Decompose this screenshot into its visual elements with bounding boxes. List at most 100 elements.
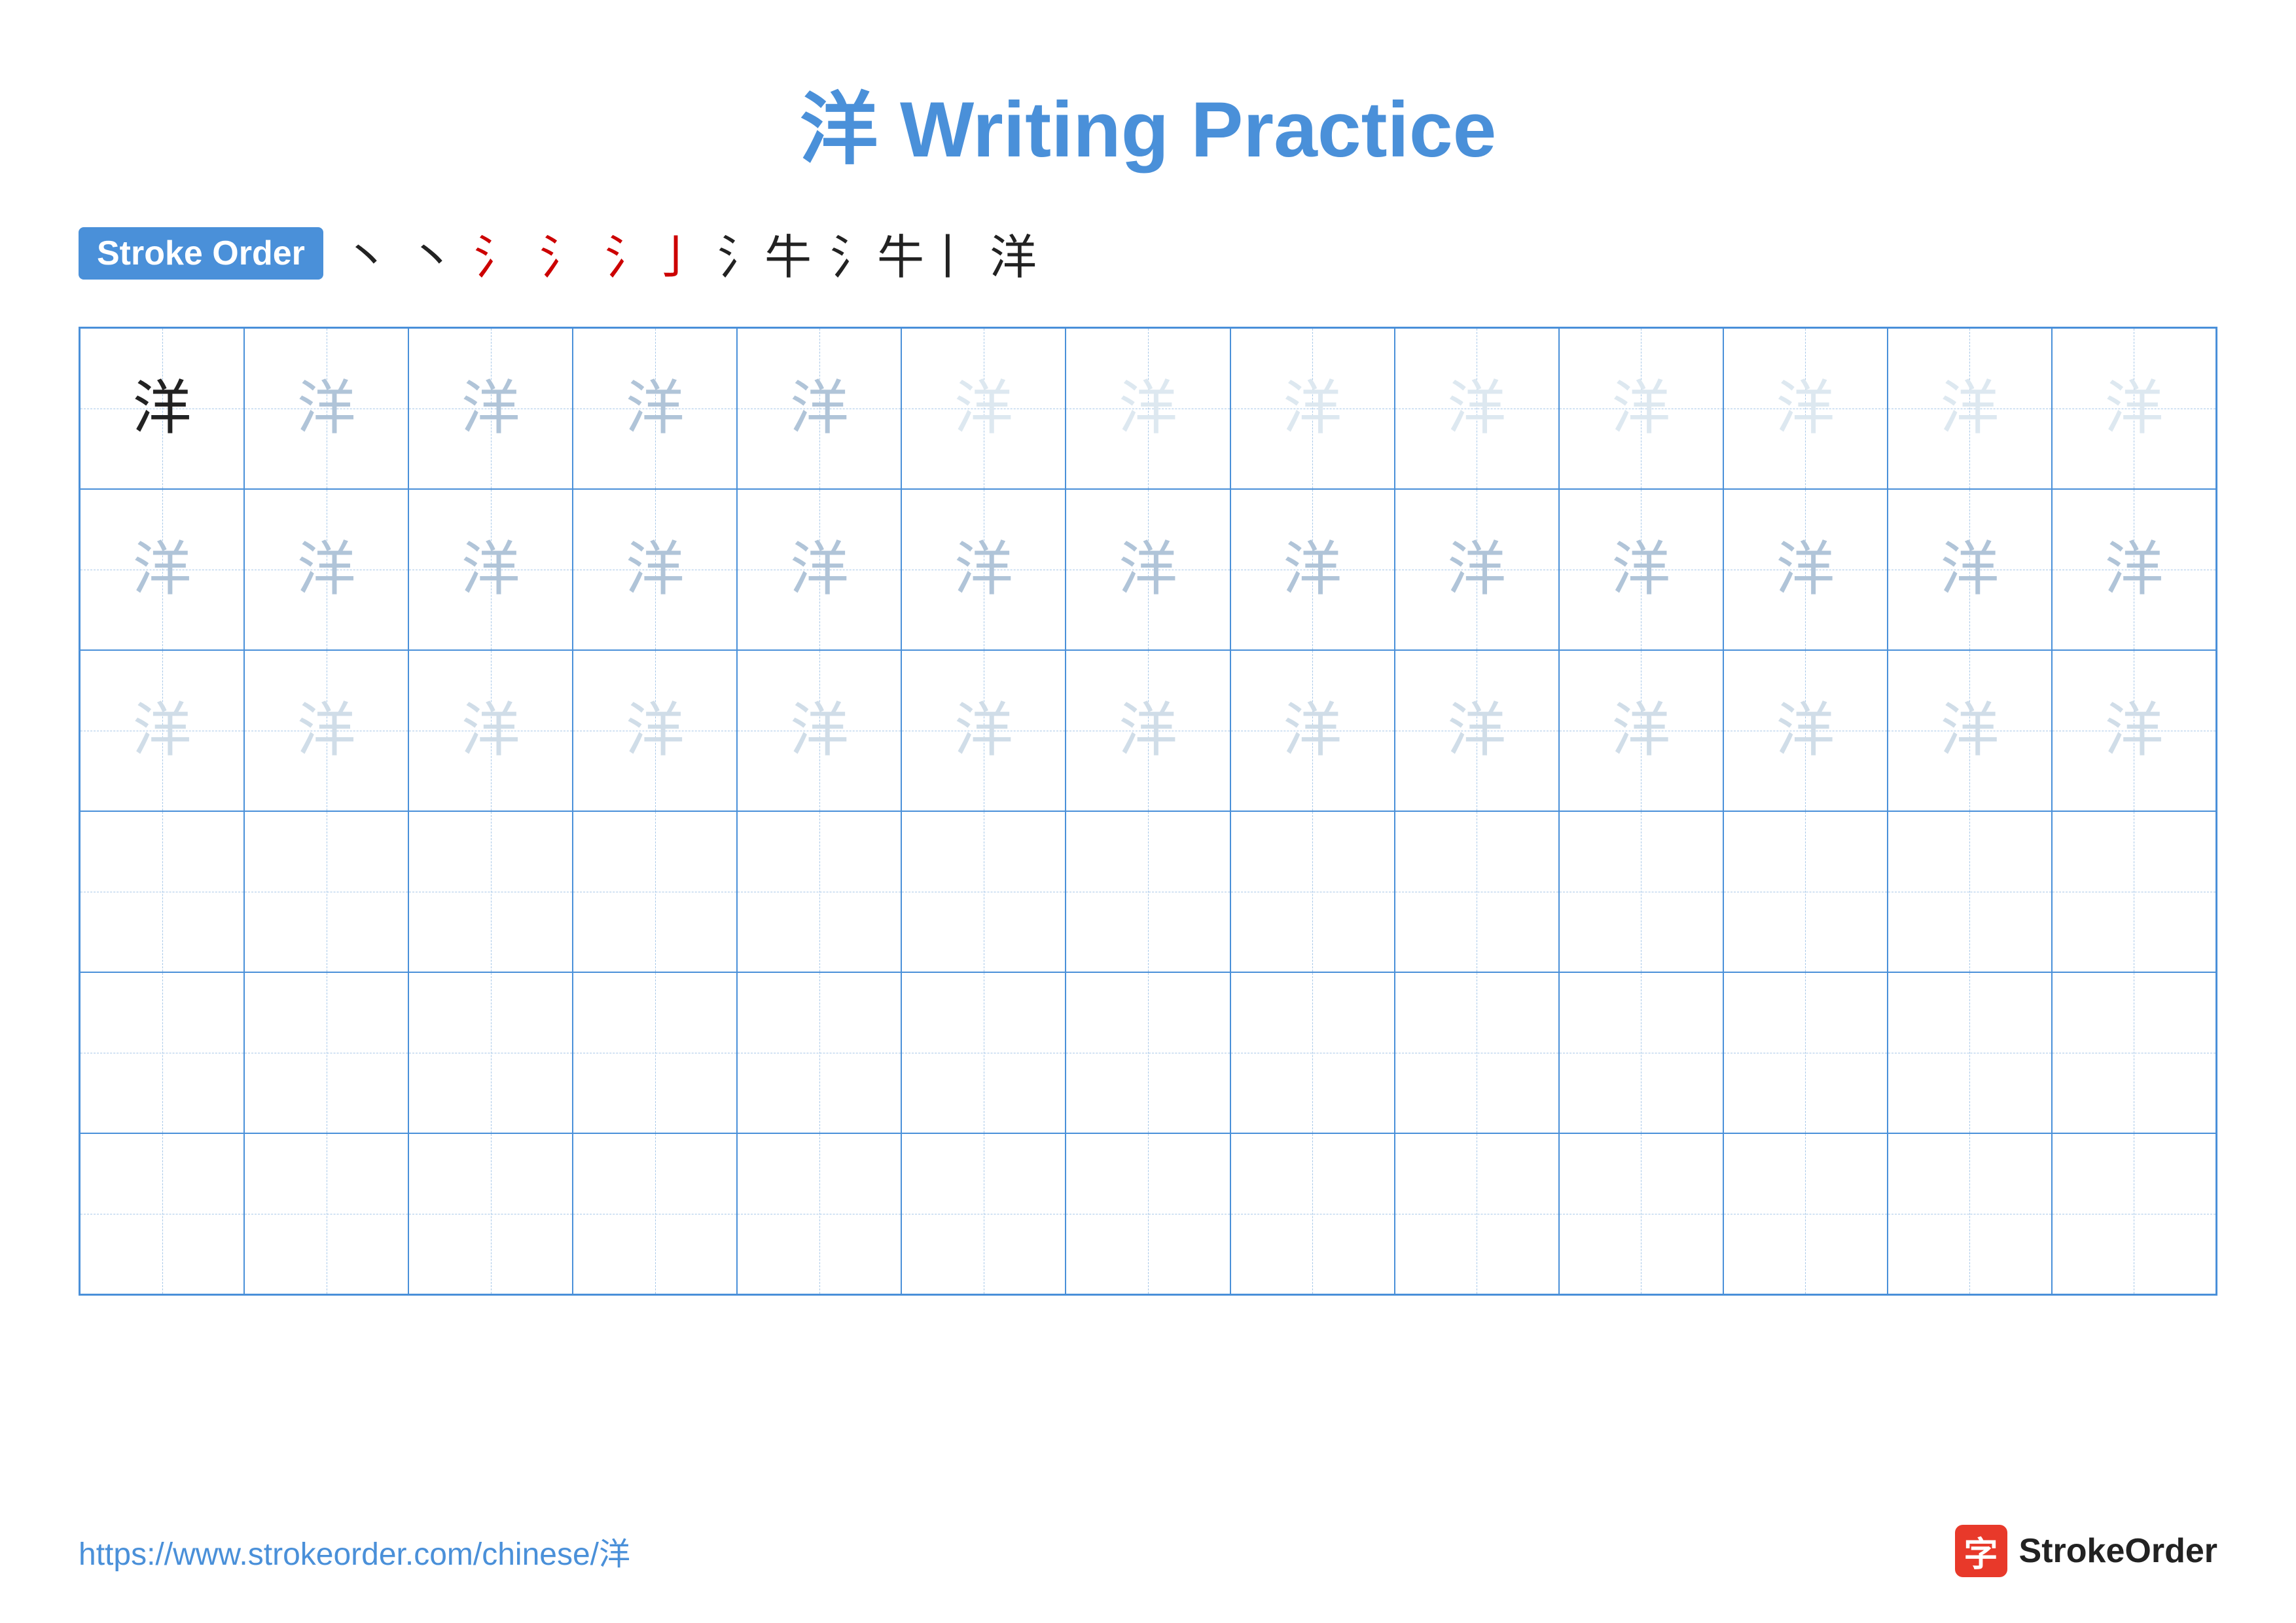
grid-cell[interactable]: 洋 — [244, 489, 408, 650]
grid-cell[interactable] — [1230, 811, 1395, 972]
grid-cell[interactable] — [1066, 972, 1230, 1133]
grid-cell[interactable] — [573, 811, 737, 972]
grid-cell[interactable]: 洋 — [1395, 328, 1559, 489]
grid-cell[interactable]: 洋 — [1888, 650, 2052, 811]
grid-cell[interactable] — [901, 811, 1066, 972]
grid-cell[interactable] — [244, 1133, 408, 1294]
grid-cell[interactable] — [1230, 972, 1395, 1133]
stroke-order-row: Stroke Order 丶 丶 氵 氵 氵亅 氵牛 氵牛丨 洋 — [79, 219, 2217, 287]
grid-cell[interactable] — [573, 1133, 737, 1294]
grid-cell[interactable]: 洋 — [244, 650, 408, 811]
grid-cell[interactable] — [1888, 972, 2052, 1133]
grid-cell[interactable]: 洋 — [573, 650, 737, 811]
grid-cell[interactable]: 洋 — [1230, 650, 1395, 811]
grid-cell[interactable] — [244, 811, 408, 972]
grid-cell[interactable] — [1230, 1133, 1395, 1294]
grid-cell[interactable] — [901, 1133, 1066, 1294]
grid-cell[interactable] — [1395, 972, 1559, 1133]
grid-cell[interactable]: 洋 — [901, 328, 1066, 489]
grid-cell[interactable] — [573, 972, 737, 1133]
grid-cell[interactable]: 洋 — [1559, 650, 1723, 811]
grid-cell[interactable]: 洋 — [901, 489, 1066, 650]
grid-cell[interactable]: 洋 — [1395, 650, 1559, 811]
grid-cell[interactable]: 洋 — [737, 489, 901, 650]
grid-cell[interactable]: 洋 — [408, 489, 573, 650]
cell-character: 洋 — [790, 540, 849, 599]
grid-cell[interactable]: 洋 — [1395, 489, 1559, 650]
grid-cell[interactable] — [1066, 1133, 1230, 1294]
grid-cell[interactable] — [2052, 811, 2216, 972]
cell-character: 洋 — [1940, 701, 1999, 760]
grid-cell[interactable]: 洋 — [1888, 328, 2052, 489]
cell-character: 洋 — [1119, 379, 1177, 438]
grid-cell[interactable]: 洋 — [80, 328, 244, 489]
cell-character: 洋 — [297, 540, 356, 599]
grid-cell[interactable] — [2052, 1133, 2216, 1294]
grid-cell[interactable] — [244, 972, 408, 1133]
grid-cell[interactable]: 洋 — [737, 328, 901, 489]
stroke-step-5: 氵亅 — [605, 219, 699, 287]
grid-cell[interactable] — [80, 1133, 244, 1294]
grid-cell[interactable]: 洋 — [2052, 650, 2216, 811]
grid-cell[interactable] — [1559, 1133, 1723, 1294]
grid-cell[interactable] — [1066, 811, 1230, 972]
cell-character: 洋 — [1776, 379, 1835, 438]
grid-cell[interactable] — [1395, 811, 1559, 972]
grid-cell[interactable] — [737, 1133, 901, 1294]
grid-cell[interactable]: 洋 — [737, 650, 901, 811]
grid-cell[interactable]: 洋 — [1888, 489, 2052, 650]
cell-character: 洋 — [1119, 540, 1177, 599]
grid-cell[interactable] — [1888, 1133, 2052, 1294]
grid-cell[interactable] — [408, 1133, 573, 1294]
cell-character: 洋 — [1283, 540, 1342, 599]
grid-cell[interactable]: 洋 — [1559, 328, 1723, 489]
grid-cell[interactable] — [2052, 972, 2216, 1133]
grid-cell[interactable] — [80, 811, 244, 972]
cell-character: 洋 — [461, 540, 520, 599]
grid-cell[interactable]: 洋 — [244, 328, 408, 489]
grid-cell[interactable]: 洋 — [1230, 489, 1395, 650]
grid-cell[interactable] — [1395, 1133, 1559, 1294]
cell-character: 洋 — [1447, 379, 1506, 438]
practice-grid: 洋洋洋洋洋洋洋洋洋洋洋洋洋洋洋洋洋洋洋洋洋洋洋洋洋洋洋洋洋洋洋洋洋洋洋洋洋洋洋 — [79, 327, 2217, 1296]
grid-cell[interactable]: 洋 — [1559, 489, 1723, 650]
grid-cell[interactable]: 洋 — [901, 650, 1066, 811]
grid-cell[interactable]: 洋 — [2052, 328, 2216, 489]
grid-cell[interactable] — [1559, 972, 1723, 1133]
grid-cell[interactable] — [737, 811, 901, 972]
cell-character: 洋 — [1283, 379, 1342, 438]
grid-cell[interactable] — [1723, 811, 1888, 972]
cell-character: 洋 — [1776, 540, 1835, 599]
cell-character: 洋 — [790, 701, 849, 760]
grid-cell[interactable]: 洋 — [1066, 489, 1230, 650]
grid-cell[interactable] — [1723, 972, 1888, 1133]
grid-cell[interactable] — [408, 811, 573, 972]
grid-cell[interactable] — [80, 972, 244, 1133]
grid-cell[interactable]: 洋 — [1066, 650, 1230, 811]
grid-cell[interactable] — [1723, 1133, 1888, 1294]
grid-cell[interactable]: 洋 — [80, 489, 244, 650]
cell-character: 洋 — [133, 379, 192, 438]
grid-cell[interactable] — [1559, 811, 1723, 972]
grid-cell[interactable] — [901, 972, 1066, 1133]
grid-cell[interactable]: 洋 — [408, 650, 573, 811]
grid-cell[interactable] — [737, 972, 901, 1133]
grid-cell[interactable]: 洋 — [2052, 489, 2216, 650]
grid-cell[interactable]: 洋 — [1723, 489, 1888, 650]
stroke-step-3: 氵 — [474, 219, 521, 287]
cell-character: 洋 — [1611, 701, 1670, 760]
grid-cell[interactable]: 洋 — [1230, 328, 1395, 489]
grid-cell[interactable]: 洋 — [1723, 650, 1888, 811]
grid-cell[interactable]: 洋 — [80, 650, 244, 811]
grid-cell[interactable]: 洋 — [1066, 328, 1230, 489]
cell-character: 洋 — [954, 379, 1013, 438]
cell-character: 洋 — [1447, 701, 1506, 760]
grid-cell[interactable] — [408, 972, 573, 1133]
grid-cell[interactable]: 洋 — [573, 489, 737, 650]
grid-cell[interactable]: 洋 — [408, 328, 573, 489]
stroke-steps: 丶 丶 氵 氵 氵亅 氵牛 氵牛丨 洋 — [343, 219, 1037, 287]
grid-cell[interactable]: 洋 — [573, 328, 737, 489]
title-char: 洋 — [800, 86, 878, 173]
grid-cell[interactable] — [1888, 811, 2052, 972]
grid-cell[interactable]: 洋 — [1723, 328, 1888, 489]
